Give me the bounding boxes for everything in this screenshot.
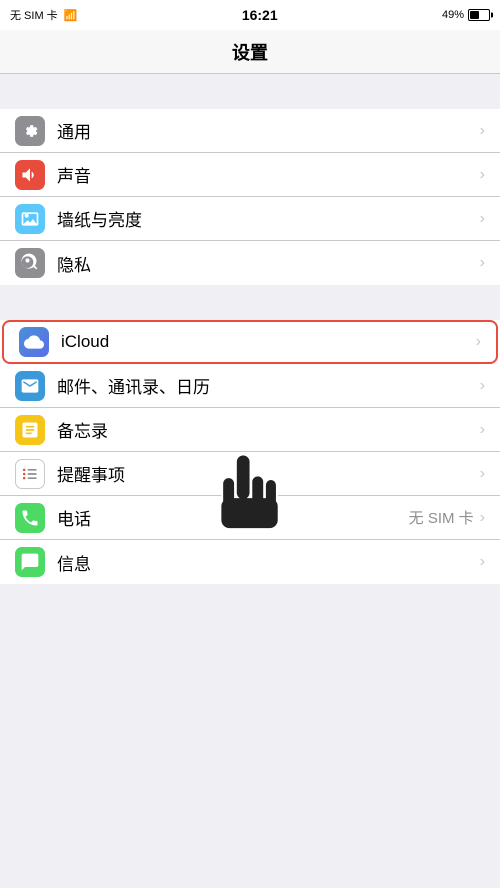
value-phone: 无 SIM 卡	[409, 507, 474, 528]
chevron-messages: ›	[480, 553, 485, 571]
settings-item-mail[interactable]: 邮件、通讯录、日历 ›	[0, 364, 500, 408]
icon-general	[15, 116, 45, 146]
label-icloud: iCloud	[61, 332, 476, 352]
chevron-privacy: ›	[480, 254, 485, 272]
settings-item-sound[interactable]: 声音 ›	[0, 153, 500, 197]
settings-item-notes[interactable]: 备忘录 ›	[0, 408, 500, 452]
label-reminders: 提醒事项	[57, 461, 480, 486]
label-privacy: 隐私	[57, 251, 480, 276]
settings-item-privacy[interactable]: 隐私 ›	[0, 241, 500, 285]
label-mail: 邮件、通讯录、日历	[57, 373, 480, 398]
icon-messages	[15, 547, 45, 577]
battery-icon	[468, 9, 490, 21]
icon-sound	[15, 160, 45, 190]
chevron-phone: ›	[480, 509, 485, 527]
chevron-notes: ›	[480, 421, 485, 439]
status-right: 49%	[442, 9, 490, 21]
status-time: 16:21	[242, 7, 278, 23]
icon-privacy	[15, 248, 45, 278]
icon-mail	[15, 371, 45, 401]
icon-notes	[15, 415, 45, 445]
chevron-reminders: ›	[480, 465, 485, 483]
settings-item-reminders[interactable]: 提醒事项 ›	[0, 452, 500, 496]
chevron-icloud: ›	[476, 333, 481, 351]
label-messages: 信息	[57, 550, 480, 575]
chevron-sound: ›	[480, 166, 485, 184]
settings-item-messages[interactable]: 信息 ›	[0, 540, 500, 584]
label-general: 通用	[57, 118, 480, 143]
settings-item-phone[interactable]: 电话 无 SIM 卡 ›	[0, 496, 500, 540]
settings-group-1: 通用 › 声音 › 墙纸与亮度 › 隐私 ›	[0, 109, 500, 285]
chevron-general: ›	[480, 122, 485, 140]
settings-item-icloud[interactable]: iCloud ›	[2, 320, 498, 364]
icon-wallpaper	[15, 204, 45, 234]
icon-phone	[15, 503, 45, 533]
status-carrier: 无 SIM 卡 📶	[10, 7, 77, 23]
chevron-wallpaper: ›	[480, 210, 485, 228]
settings-item-wallpaper[interactable]: 墙纸与亮度 ›	[0, 197, 500, 241]
section-sep-2	[0, 285, 500, 320]
label-wallpaper: 墙纸与亮度	[57, 206, 480, 231]
chevron-mail: ›	[480, 377, 485, 395]
label-notes: 备忘录	[57, 417, 480, 442]
battery-percent: 49%	[442, 9, 464, 21]
icon-reminders	[15, 459, 45, 489]
page-title: 设置	[232, 39, 268, 65]
icon-icloud	[19, 327, 49, 357]
nav-header: 设置	[0, 30, 500, 74]
settings-group-2: iCloud › 邮件、通讯录、日历 › 备忘录 ›	[0, 320, 500, 584]
battery-fill	[470, 11, 479, 19]
settings-item-general[interactable]: 通用 ›	[0, 109, 500, 153]
status-bar: 无 SIM 卡 📶 16:21 49%	[0, 0, 500, 30]
label-sound: 声音	[57, 162, 480, 187]
section-sep-1	[0, 74, 500, 109]
label-phone: 电话	[57, 505, 409, 530]
